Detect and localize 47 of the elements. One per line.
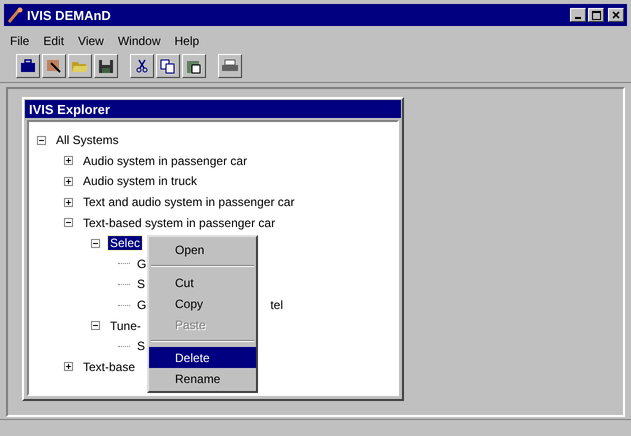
minimize-button[interactable] <box>570 8 586 22</box>
close-icon <box>612 11 620 19</box>
tree-item[interactable]: G <box>135 256 148 271</box>
menu-item[interactable]: Help <box>174 34 200 48</box>
tree-item[interactable]: Text-base <box>81 360 138 374</box>
copy-icon[interactable] <box>156 54 180 78</box>
collapse-icon[interactable] <box>91 238 100 248</box>
menu-item[interactable]: Window <box>118 34 161 48</box>
tree-item[interactable]: S <box>135 339 148 354</box>
menu-item[interactable]: Cut <box>149 272 256 293</box>
tree-item[interactable]: Selec <box>108 236 142 250</box>
expand-icon[interactable] <box>64 198 73 207</box>
wand-icon <box>7 7 23 23</box>
maximize-button[interactable] <box>588 8 604 22</box>
tree-item[interactable]: S <box>135 277 148 292</box>
tree-item[interactable]: Text and audio system in passenger car <box>81 195 296 210</box>
paste-icon[interactable] <box>182 54 206 78</box>
tree-item[interactable]: Audio system in passenger car <box>81 154 250 168</box>
cut-icon[interactable] <box>130 54 154 78</box>
window-title: IVIS DEMAnD <box>27 8 111 22</box>
menu-item[interactable]: Edit <box>43 34 64 48</box>
expand-icon[interactable] <box>64 176 73 186</box>
tree-item[interactable]: Audio system in truck <box>81 174 200 188</box>
maximize-icon <box>592 10 600 20</box>
print-icon[interactable] <box>218 54 242 78</box>
tree-item[interactable]: G <box>135 298 148 312</box>
menu-item[interactable]: File <box>10 34 30 48</box>
expand-icon[interactable] <box>64 156 73 166</box>
collapse-icon[interactable] <box>64 218 73 228</box>
expand-icon[interactable] <box>64 362 73 372</box>
open-folder-icon[interactable] <box>68 54 92 78</box>
tree-item[interactable]: All Systems <box>54 133 121 148</box>
menu-item[interactable]: Rename <box>149 368 256 389</box>
menu-item[interactable]: View <box>78 34 104 48</box>
close-button[interactable] <box>608 8 624 22</box>
tree-item[interactable]: Tune- <box>108 318 143 333</box>
tree-item-text: tel <box>270 298 284 312</box>
collapse-icon[interactable] <box>37 136 46 145</box>
menu-item[interactable]: Delete <box>149 347 256 368</box>
collapse-icon[interactable] <box>91 321 100 330</box>
picture-icon[interactable] <box>42 54 66 78</box>
save-icon[interactable] <box>94 54 118 78</box>
window-title: IVIS Explorer <box>29 102 110 116</box>
menu-item[interactable]: Open <box>149 239 256 260</box>
briefcase-icon[interactable] <box>16 54 40 78</box>
tree-item[interactable]: Text-based system in passenger car <box>81 216 278 230</box>
menu-item[interactable]: Copy <box>149 293 256 314</box>
